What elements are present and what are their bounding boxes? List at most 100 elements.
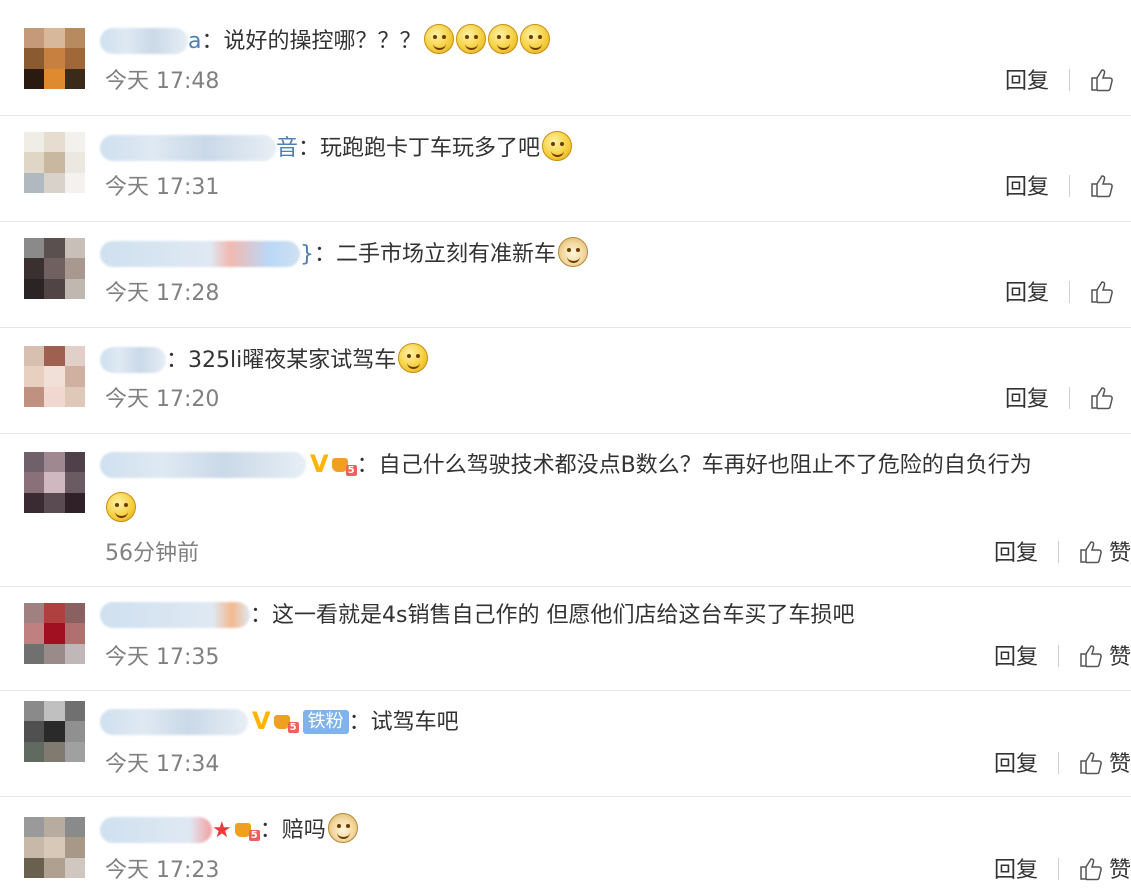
- comment-item: ：这一看就是4s销售自己作的 但愿他们店给这台车买了车损吧 今天 17:35 回…: [0, 587, 1131, 691]
- username-suffix[interactable]: }: [300, 242, 314, 267]
- smirk-emoji-icon: [106, 492, 136, 522]
- comment-time: 今天 17:35: [105, 645, 220, 670]
- vip-crown-icon: [331, 454, 357, 476]
- username[interactable]: [100, 135, 276, 161]
- zipped-emoji-icon: [487, 24, 518, 54]
- mask-emoji-icon: [519, 24, 550, 54]
- divider: [1069, 281, 1071, 303]
- comment-actions: 回复 赞: [994, 751, 1131, 779]
- avatar[interactable]: [24, 452, 85, 513]
- username[interactable]: [100, 28, 188, 54]
- avatar[interactable]: [24, 238, 85, 299]
- username-suffix[interactable]: 音: [276, 136, 298, 161]
- comment-time: 56分钟前: [105, 541, 199, 566]
- like-label[interactable]: 赞: [1109, 645, 1131, 670]
- comment-item: }：二手市场立刻有准新车 今天 17:28 回复: [0, 222, 1131, 328]
- like-icon[interactable]: [1079, 857, 1103, 881]
- comment-actions: 回复 赞: [994, 857, 1131, 885]
- username[interactable]: [100, 241, 300, 267]
- username[interactable]: [100, 452, 306, 478]
- like-icon[interactable]: [1090, 68, 1114, 92]
- comment-text: 这一看就是4s销售自己作的 但愿他们店给这台车买了车损吧: [272, 603, 855, 628]
- comment-line: ：325li曜夜某家试驾车: [100, 343, 1111, 376]
- avatar[interactable]: [24, 701, 85, 762]
- comment-line: ：这一看就是4s销售自己作的 但愿他们店给这台车买了车损吧: [100, 601, 1111, 631]
- drool-emoji-icon: [398, 343, 429, 373]
- comment-item: ：325li曜夜某家试驾车 今天 17:20 回复: [0, 328, 1131, 434]
- comment-actions: 回复: [1005, 280, 1114, 308]
- verified-v-icon: V: [252, 707, 271, 735]
- like-icon[interactable]: [1090, 174, 1114, 198]
- like-icon[interactable]: [1079, 540, 1103, 564]
- comment-text: 试驾车吧: [370, 710, 459, 735]
- comment-actions: 回复 赞: [994, 644, 1131, 672]
- reply-button[interactable]: 回复: [1005, 174, 1049, 202]
- comment-time: 今天 17:31: [105, 175, 220, 200]
- reply-button[interactable]: 回复: [994, 751, 1038, 779]
- divider: [1069, 69, 1071, 91]
- reply-button[interactable]: 回复: [994, 857, 1038, 885]
- fan-badge: 铁粉: [302, 710, 349, 734]
- comment-text: 玩跑跑卡丁车玩多了吧: [320, 136, 541, 161]
- username[interactable]: [100, 817, 212, 843]
- comment-text: 325li曜夜某家试驾车: [188, 348, 397, 373]
- divider: [1058, 752, 1060, 774]
- divider: [1069, 387, 1071, 409]
- star-icon: ★: [212, 818, 232, 843]
- reply-button[interactable]: 回复: [994, 540, 1038, 568]
- comment-time: 今天 17:28: [105, 281, 220, 306]
- comment-text: 赔吗: [281, 818, 326, 843]
- laugh-emoji-icon: [423, 24, 454, 54]
- like-icon[interactable]: [1090, 280, 1114, 304]
- thinking-emoji-icon: [542, 131, 573, 161]
- comment-time: 今天 17:23: [105, 858, 220, 883]
- avatar[interactable]: [24, 28, 85, 89]
- like-label[interactable]: 赞: [1109, 752, 1131, 777]
- vip-crown-icon: [234, 819, 260, 841]
- comment-item: V：自己什么驾驶技术都没点B数么？车再好也阻止不了危险的自负行为 56分钟前 回…: [0, 434, 1131, 587]
- comment-line: V：自己什么驾驶技术都没点B数么？车再好也阻止不了危险的自负行为: [100, 449, 1111, 481]
- doge-emoji-icon: [327, 813, 358, 843]
- username-suffix[interactable]: a: [188, 29, 201, 54]
- comment-line: }：二手市场立刻有准新车: [100, 237, 1111, 270]
- reply-button[interactable]: 回复: [994, 644, 1038, 672]
- comment-actions: 回复 赞: [994, 540, 1131, 568]
- divider: [1058, 858, 1060, 880]
- doge-emoji-icon: [558, 237, 589, 267]
- comment-text: 自己什么驾驶技术都没点B数么？车再好也阻止不了危险的自负行为: [378, 453, 1032, 478]
- comment-line: ★：赔吗: [100, 813, 1111, 846]
- comment-line: a：说好的操控哪？？？: [100, 24, 1111, 57]
- like-icon[interactable]: [1090, 386, 1114, 410]
- like-icon[interactable]: [1079, 751, 1103, 775]
- comment-time: 今天 17:20: [105, 387, 220, 412]
- like-icon[interactable]: [1079, 644, 1103, 668]
- comment-actions: 回复: [1005, 386, 1114, 414]
- comment-actions: 回复: [1005, 174, 1114, 202]
- reply-button[interactable]: 回复: [1005, 280, 1049, 308]
- divider: [1058, 541, 1060, 563]
- comment-text: 二手市场立刻有准新车: [336, 242, 557, 267]
- comment-line-2: [104, 492, 1111, 525]
- like-label[interactable]: 赞: [1109, 858, 1131, 883]
- username[interactable]: [100, 602, 250, 628]
- verified-v-icon: V: [310, 450, 329, 478]
- comment-line: V铁粉：试驾车吧: [100, 706, 1111, 738]
- username[interactable]: [100, 709, 248, 735]
- comment-item: V铁粉：试驾车吧 今天 17:34 回复赞: [0, 691, 1131, 797]
- comment-item: a：说好的操控哪？？？ 今天 17:48 回复: [0, 0, 1131, 116]
- avatar[interactable]: [24, 132, 85, 193]
- like-label[interactable]: 赞: [1109, 541, 1131, 566]
- avatar[interactable]: [24, 603, 85, 664]
- reply-button[interactable]: 回复: [1005, 386, 1049, 414]
- comment-text: 说好的操控哪？？？: [223, 29, 422, 54]
- comment-time: 今天 17:48: [105, 69, 220, 94]
- comment-item: ★：赔吗 今天 17:23 回复 赞: [0, 797, 1131, 888]
- username[interactable]: [100, 347, 166, 373]
- shocked-emoji-icon: [455, 24, 486, 54]
- comment-time: 今天 17:34: [105, 752, 220, 777]
- avatar[interactable]: [24, 817, 85, 878]
- reply-button[interactable]: 回复: [1005, 68, 1049, 96]
- avatar[interactable]: [24, 346, 85, 407]
- comment-line: 音：玩跑跑卡丁车玩多了吧: [100, 131, 1111, 164]
- comment-actions: 回复: [1005, 68, 1114, 96]
